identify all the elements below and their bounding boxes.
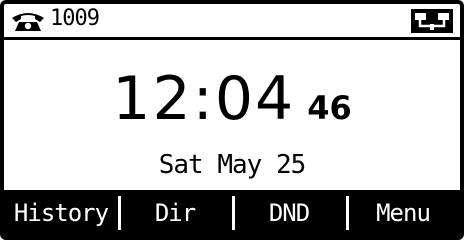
account-label: 1009 [50,6,100,31]
softkey-directory[interactable]: Dir [118,190,232,236]
phone-handset-icon [10,10,46,32]
phone-screen: 1009 12:04 46 Sat May 25 History Dir DND … [0,0,464,240]
clock-seconds: 46 [307,89,352,127]
softkey-history[interactable]: History [4,190,118,236]
status-bar: 1009 [4,4,460,40]
network-icon [410,8,454,34]
clock-time: 12:04 [112,64,296,134]
softkey-menu[interactable]: Menu [346,190,460,236]
clock: 12:04 46 [4,64,460,134]
softkey-dnd[interactable]: DND [232,190,346,236]
softkey-bar: History Dir DND Menu [4,190,460,236]
date-label: Sat May 25 [158,150,307,180]
